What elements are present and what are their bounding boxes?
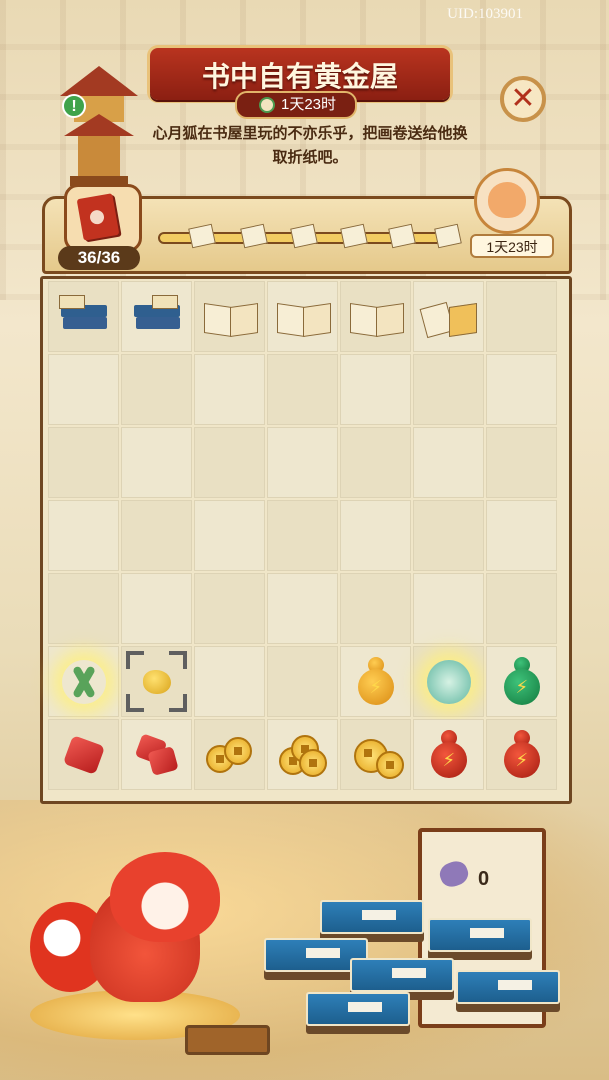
board-cell[interactable]: [486, 281, 557, 352]
board-cell[interactable]: [486, 573, 557, 644]
board-cell[interactable]: [48, 646, 119, 717]
fox-face-icon: [488, 182, 526, 218]
book-icon: [76, 193, 120, 241]
board-cell[interactable]: [121, 573, 192, 644]
board-cell[interactable]: [413, 573, 484, 644]
board-cell[interactable]: [48, 281, 119, 352]
open-book-icon[interactable]: [349, 299, 404, 337]
uid-label: UID:103901: [447, 6, 523, 22]
board-cell[interactable]: [267, 354, 338, 425]
board-cell[interactable]: [340, 354, 411, 425]
board-cell[interactable]: [267, 281, 338, 352]
scissors-icon[interactable]: [62, 660, 106, 704]
board-cell[interactable]: [194, 646, 265, 717]
red-gourd-icon[interactable]: ⚡: [502, 729, 542, 780]
red-gems-icon[interactable]: [134, 732, 179, 776]
event-timer-text: 1天23时: [281, 96, 337, 113]
board-cell[interactable]: [413, 281, 484, 352]
board-cell[interactable]: [121, 719, 192, 790]
milestone-2[interactable]: [238, 222, 268, 250]
fox-character[interactable]: [30, 842, 260, 1042]
open-book-icon[interactable]: [276, 299, 331, 337]
board-cell[interactable]: [267, 573, 338, 644]
gold-nugget-icon[interactable]: [142, 669, 171, 694]
board-cell[interactable]: [121, 500, 192, 571]
coins-icon[interactable]: [352, 735, 404, 779]
board-cell[interactable]: [486, 500, 557, 571]
board-cell[interactable]: [121, 281, 192, 352]
board-cell[interactable]: [48, 719, 119, 790]
board-cell[interactable]: [48, 500, 119, 571]
orange-gourd-icon[interactable]: ⚡: [356, 656, 396, 707]
board-cell[interactable]: [413, 500, 484, 571]
books-stack-icon[interactable]: [58, 294, 109, 339]
board-cell[interactable]: [121, 354, 192, 425]
board-cell[interactable]: ⚡: [486, 646, 557, 717]
board-cell[interactable]: [48, 573, 119, 644]
board-cell[interactable]: [267, 427, 338, 498]
red-gourd-icon[interactable]: ⚡: [429, 729, 469, 780]
board-cell[interactable]: [48, 354, 119, 425]
board-cell[interactable]: [267, 646, 338, 717]
board-cell[interactable]: [340, 500, 411, 571]
book-pile[interactable]: [250, 896, 580, 1046]
board-cell[interactable]: [194, 573, 265, 644]
board-cell[interactable]: [267, 500, 338, 571]
board-cell[interactable]: [48, 427, 119, 498]
board-cell[interactable]: ⚡: [340, 646, 411, 717]
event-description: 心月狐在书屋里玩的不亦乐乎，把画卷送给他换取折纸吧。: [152, 125, 468, 166]
board-cell[interactable]: ⚡: [413, 719, 484, 790]
board-cell[interactable]: [267, 719, 338, 790]
board-cell[interactable]: [340, 719, 411, 790]
books-stack-icon[interactable]: [132, 294, 182, 339]
board-cell[interactable]: [340, 573, 411, 644]
clock-icon: [259, 97, 275, 113]
milestone-5[interactable]: [386, 222, 416, 250]
milestone-6[interactable]: [432, 222, 462, 250]
milestone-1[interactable]: [186, 222, 216, 250]
board-cell[interactable]: [194, 500, 265, 571]
board-cell[interactable]: [194, 354, 265, 425]
alert-icon[interactable]: !: [62, 94, 86, 118]
board-cell[interactable]: [413, 427, 484, 498]
event-timer: 1天23时: [235, 91, 357, 119]
board-cell[interactable]: [413, 646, 484, 717]
fox-timer: 1天23时: [470, 234, 554, 258]
pagoda-icon: [60, 66, 138, 186]
coins-icon[interactable]: [205, 735, 254, 775]
open-book-icon[interactable]: [203, 299, 258, 337]
close-button[interactable]: ✕: [500, 76, 546, 122]
board-cell[interactable]: [194, 281, 265, 352]
board-grid: ⚡ ⚡ ⚡ ⚡: [48, 281, 565, 795]
red-gem-icon[interactable]: [62, 734, 105, 775]
jade-orb-icon[interactable]: [426, 659, 471, 704]
collection-count: 36/36: [58, 246, 140, 270]
board-cell[interactable]: [486, 354, 557, 425]
event-title: 书中自有黄金屋: [201, 62, 398, 93]
board-cell[interactable]: [194, 427, 265, 498]
green-gourd-icon[interactable]: ⚡: [502, 656, 542, 707]
board-cell[interactable]: [413, 354, 484, 425]
board-cell[interactable]: [194, 719, 265, 790]
board-cell[interactable]: [340, 427, 411, 498]
milestone-4[interactable]: [338, 222, 368, 250]
paint-count: 0: [478, 868, 490, 890]
coins-icon[interactable]: [278, 734, 327, 777]
paper-sheets-icon[interactable]: [419, 299, 477, 338]
board-cell[interactable]: ⚡: [486, 719, 557, 790]
milestone-3[interactable]: [288, 222, 318, 250]
board-cell-selected[interactable]: [121, 646, 192, 717]
board-cell[interactable]: [121, 427, 192, 498]
board-cell[interactable]: [340, 281, 411, 352]
board-cell[interactable]: [486, 427, 557, 498]
